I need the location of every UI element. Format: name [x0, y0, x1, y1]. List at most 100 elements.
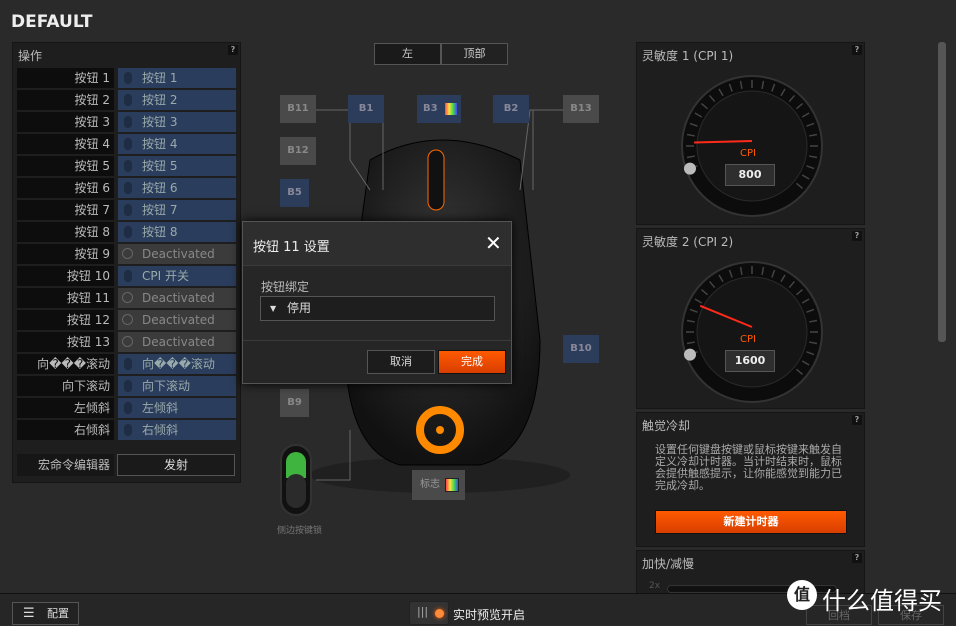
button-name: 按钮 12: [17, 310, 114, 330]
button-name: 向���滚动: [17, 354, 114, 374]
action-row: 右倾斜 右倾斜: [17, 420, 237, 440]
cpi2-value[interactable]: 1600: [725, 350, 775, 372]
binding-cell[interactable]: 向���滚动: [118, 354, 236, 374]
action-row: 按钮 12 Deactivated: [17, 310, 237, 330]
help-icon[interactable]: ?: [852, 45, 862, 55]
mouse-icon: [124, 72, 132, 84]
mouse-icon: [124, 424, 132, 436]
mouse-button-b12[interactable]: B12: [280, 137, 316, 165]
side-lock-toggle[interactable]: [280, 444, 312, 516]
button-name: 右倾斜: [17, 420, 114, 440]
mouse-icon: [124, 204, 132, 216]
cpi2-gauge[interactable]: [677, 257, 827, 407]
live-preview-toggle[interactable]: |||: [409, 601, 449, 625]
tab-left[interactable]: 左: [374, 43, 441, 65]
binding-cell[interactable]: Deactivated: [118, 244, 236, 264]
mouse-icon: [124, 94, 132, 106]
action-row: 向下滚动 向下滚动: [17, 376, 237, 396]
mouse-icon: [124, 116, 132, 128]
help-icon[interactable]: ?: [852, 553, 862, 563]
binding-cell[interactable]: 按钮 6: [118, 178, 236, 198]
new-timer-button[interactable]: 新建计时器: [655, 510, 847, 534]
grip-icon: |||: [417, 605, 429, 618]
action-row: 按钮 3 按钮 3: [17, 112, 237, 132]
color-swatch-icon[interactable]: [445, 103, 457, 115]
speed-tick: 2x: [649, 581, 661, 591]
cooldown-description: 设置任何键盘按键或鼠标按键来触发自定义冷却计时器。当计时结束时，鼠标会提供触感提…: [655, 443, 842, 492]
deactivated-icon: [122, 248, 133, 259]
mouse-button-b9[interactable]: B9: [280, 389, 309, 417]
button-name: 按钮 1: [17, 68, 114, 88]
button-name: 按钮 5: [17, 156, 114, 176]
binding-label: 按钮 1: [142, 71, 178, 85]
mouse-button-b2[interactable]: B2: [493, 95, 529, 123]
binding-cell[interactable]: 左倾斜: [118, 398, 236, 418]
binding-label: 按钮绑定: [261, 280, 310, 294]
binding-label: Deactivated: [142, 335, 215, 349]
button-name: 按钮 6: [17, 178, 114, 198]
logo-button[interactable]: 标志: [412, 470, 465, 500]
mouse-button-b1[interactable]: B1: [348, 95, 384, 123]
tab-top[interactable]: 顶部: [441, 43, 508, 65]
cpi2-title: 灵敏度 2 (CPI 2): [642, 235, 734, 249]
config-button[interactable]: ☰ 配置: [12, 602, 79, 625]
binding-label: 按钮 5: [142, 159, 178, 173]
button-name: 按钮 4: [17, 134, 114, 154]
done-button[interactable]: 完成: [438, 350, 506, 374]
help-icon[interactable]: ?: [852, 231, 862, 241]
help-icon[interactable]: ?: [228, 45, 238, 55]
color-swatch-icon[interactable]: [445, 478, 459, 492]
cooldown-panel: 触觉冷却 ? 设置任何键盘按键或鼠标按键来触发自定义冷却计时器。当计时结束时，鼠…: [636, 412, 865, 547]
binding-label: 按钮 2: [142, 93, 178, 107]
help-icon[interactable]: ?: [852, 415, 862, 425]
cancel-button[interactable]: 取消: [367, 350, 435, 374]
button-name: 按钮 2: [17, 90, 114, 110]
binding-cell[interactable]: 按钮 5: [118, 156, 236, 176]
mouse-button-b3[interactable]: B3: [417, 95, 461, 123]
fire-button[interactable]: 发射: [117, 454, 235, 476]
speed-title: 加快/减慢: [642, 557, 695, 571]
watermark-text: 什么值得买: [822, 587, 942, 615]
action-row: 按钮 8 按钮 8: [17, 222, 237, 242]
binding-cell[interactable]: 按钮 4: [118, 134, 236, 154]
binding-cell[interactable]: 按钮 2: [118, 90, 236, 110]
scrollbar[interactable]: [938, 42, 946, 342]
action-row: 按钮 6 按钮 6: [17, 178, 237, 198]
binding-cell[interactable]: Deactivated: [118, 310, 236, 330]
b3-label: B3: [423, 103, 438, 114]
binding-label: 向���滚动: [142, 357, 215, 371]
live-preview-label: 实时预览开启: [453, 608, 526, 622]
mouse-icon: [124, 402, 132, 414]
binding-cell[interactable]: Deactivated: [118, 332, 236, 352]
actions-title: 操作: [18, 49, 43, 63]
mouse-button-b10[interactable]: B10: [563, 335, 599, 363]
binding-cell[interactable]: 按钮 8: [118, 222, 236, 242]
binding-cell[interactable]: 按钮 7: [118, 200, 236, 220]
cpi1-value[interactable]: 800: [725, 164, 775, 186]
binding-label: 按钮 6: [142, 181, 178, 195]
cpi1-unit: CPI: [740, 148, 756, 159]
binding-select[interactable]: ▼ 停用: [260, 296, 495, 321]
action-row: 按钮 11 Deactivated: [17, 288, 237, 308]
binding-cell[interactable]: Deactivated: [118, 288, 236, 308]
mouse-icon: [124, 380, 132, 392]
binding-cell[interactable]: 右倾斜: [118, 420, 236, 440]
mouse-icon: [124, 358, 132, 370]
mouse-button-b5[interactable]: B5: [280, 179, 309, 207]
binding-label: CPI 开关: [142, 269, 189, 283]
mouse-button-b13[interactable]: B13: [563, 95, 599, 123]
cpi1-gauge[interactable]: [677, 71, 827, 221]
action-row: 按钮 10 CPI 开关: [17, 266, 237, 286]
gauge-knob: [683, 348, 696, 361]
binding-cell[interactable]: 按钮 3: [118, 112, 236, 132]
mouse-icon: [124, 138, 132, 150]
binding-cell[interactable]: CPI 开关: [118, 266, 236, 286]
close-icon[interactable]: ✕: [485, 231, 502, 255]
mouse-button-b11[interactable]: B11: [280, 95, 316, 123]
button-settings-dialog: 按钮 11 设置 ✕ 按钮绑定 ▼ 停用 取消 完成: [242, 221, 512, 384]
action-row: 按钮 7 按钮 7: [17, 200, 237, 220]
binding-cell[interactable]: 按钮 1: [118, 68, 236, 88]
deactivated-icon: [122, 292, 133, 303]
binding-cell[interactable]: 向下滚动: [118, 376, 236, 396]
cpi1-panel: 灵敏度 1 (CPI 1) ? CPI 800: [636, 42, 865, 225]
